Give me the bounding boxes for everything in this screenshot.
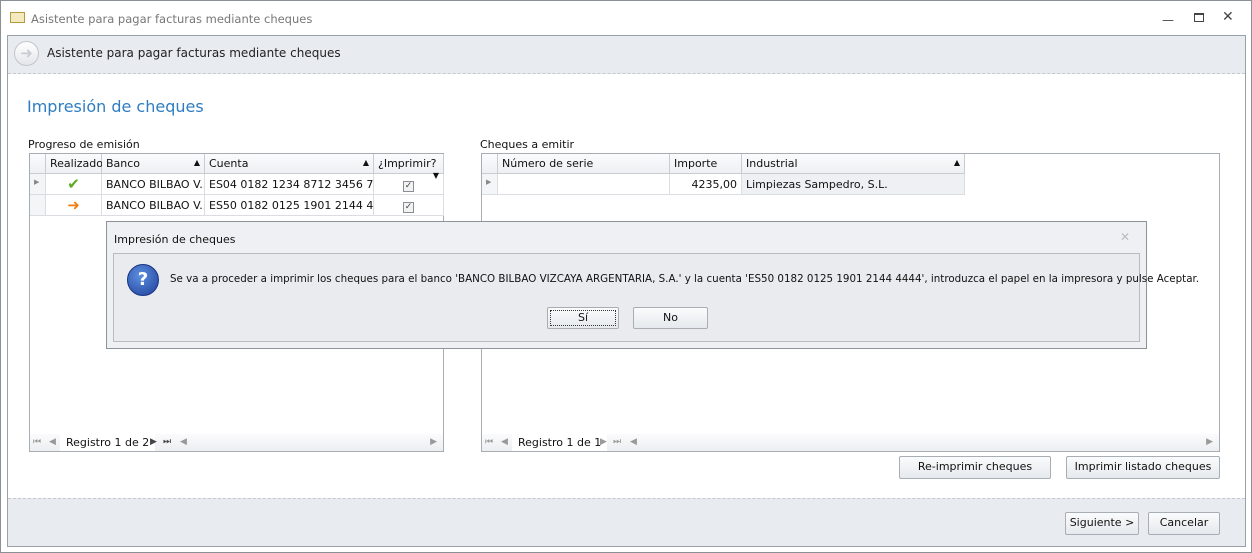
first-record-icon[interactable]: ⏮ xyxy=(33,437,41,447)
sort-up-icon: ▲ xyxy=(193,158,200,167)
row-indicator-icon: ▶ xyxy=(482,174,498,195)
scroll-left-icon[interactable]: ◀ xyxy=(180,437,187,447)
banco-cell: BANCO BILBAO V... xyxy=(102,174,205,195)
next-record-icon[interactable]: ▶ xyxy=(600,437,607,447)
sort-up-icon: ▲ xyxy=(362,158,369,167)
scroll-right-icon[interactable]: ▶ xyxy=(1206,437,1213,447)
column-label: Cuenta xyxy=(209,157,249,170)
row-indicator-header xyxy=(482,154,498,174)
record-counter: Registro 1 de 1 xyxy=(512,434,608,451)
cuenta-cell: ES04 0182 1234 8712 3456 7899 xyxy=(205,174,374,195)
imprimir-checkbox[interactable]: ✓ xyxy=(403,181,414,192)
prev-record-icon[interactable]: ◀ xyxy=(49,437,56,447)
scroll-left-icon[interactable]: ◀ xyxy=(630,437,637,447)
column-header-imprimir[interactable]: ¿Imprimir? ▼ xyxy=(374,154,444,180)
dialog-message: Se va a proceder a imprimir los cheques … xyxy=(170,273,1200,285)
title-bar: Asistente para pagar facturas mediante c… xyxy=(1,1,1251,34)
wizard-header: ➜ Asistente para pagar facturas mediante… xyxy=(8,36,1245,74)
app-icon xyxy=(10,12,25,23)
prev-record-icon[interactable]: ◀ xyxy=(501,437,508,447)
dialog-title: Impresión de cheques xyxy=(114,233,236,246)
column-label: ¿Imprimir? xyxy=(378,157,437,170)
scroll-right-icon[interactable]: ▶ xyxy=(430,437,437,447)
no-button[interactable]: No xyxy=(633,307,708,329)
row-indicator xyxy=(30,195,46,216)
importe-cell: 4235,00 xyxy=(670,174,742,195)
column-label: Industrial xyxy=(746,157,798,170)
column-header-banco[interactable]: Banco ▲ xyxy=(102,154,205,174)
imprimir-checkbox[interactable]: ✓ xyxy=(403,202,414,213)
record-counter: Registro 1 de 2 xyxy=(60,434,156,451)
restore-icon[interactable] xyxy=(1194,13,1204,22)
page-heading: Impresión de cheques xyxy=(27,97,204,116)
cuenta-cell: ES50 0182 0125 1901 2144 4444 xyxy=(205,195,374,216)
wizard-footer: Siguiente > Cancelar xyxy=(8,498,1245,546)
first-record-icon[interactable]: ⏮ xyxy=(485,437,493,447)
imprimir-cell: ✓ xyxy=(374,195,444,216)
yes-button[interactable]: Sí xyxy=(547,307,619,329)
dialog-body: ? Se va a proceder a imprimir los cheque… xyxy=(113,253,1199,342)
left-grid-label: Progreso de emisión xyxy=(28,138,140,151)
next-button[interactable]: Siguiente > xyxy=(1065,512,1139,535)
row-indicator-header xyxy=(30,154,46,174)
right-grid-label: Cheques a emitir xyxy=(480,138,575,151)
print-list-button[interactable]: Imprimir listado cheques xyxy=(1066,456,1220,479)
column-header-realizado[interactable]: Realizado xyxy=(46,154,103,174)
last-record-icon[interactable]: ⏭ xyxy=(613,437,621,447)
check-icon: ✔ xyxy=(46,174,102,195)
sort-up-icon: ▲ xyxy=(953,158,960,167)
imprimir-cell: ✓ xyxy=(374,174,444,195)
reprint-cheques-button[interactable]: Re-imprimir cheques xyxy=(899,456,1051,479)
minimize-icon[interactable]: — xyxy=(1162,13,1174,27)
serie-cell[interactable] xyxy=(498,174,670,195)
close-icon[interactable]: ✕ xyxy=(1222,9,1234,25)
column-header-cuenta[interactable]: Cuenta ▲ xyxy=(205,154,374,174)
grid-navigator: ⏮ ◀ Registro 1 de 2 ▶ ⏭ ◀ ▶ xyxy=(30,434,443,451)
column-label: Banco xyxy=(106,157,141,170)
industrial-cell: Limpiezas Sampedro, S.L. xyxy=(742,174,965,195)
banco-cell: BANCO BILBAO V... xyxy=(102,195,205,216)
grid-navigator: ⏮ ◀ Registro 1 de 1 ▶ ⏭ ◀ ▶ xyxy=(482,434,1219,451)
column-header-importe[interactable]: Importe xyxy=(670,154,742,174)
row-indicator-icon: ▶ xyxy=(30,174,46,195)
column-header-serie[interactable]: Número de serie xyxy=(498,154,670,174)
confirm-dialog: Impresión de cheques ✕ ? Se va a procede… xyxy=(106,221,1199,349)
window-title: Asistente para pagar facturas mediante c… xyxy=(31,12,313,26)
next-record-icon[interactable]: ▶ xyxy=(150,437,157,447)
cancel-button[interactable]: Cancelar xyxy=(1148,512,1220,535)
question-icon: ? xyxy=(127,264,159,296)
column-header-industrial[interactable]: Industrial ▲ xyxy=(742,154,965,174)
header-title: Asistente para pagar facturas mediante c… xyxy=(47,46,341,60)
last-record-icon[interactable]: ⏭ xyxy=(163,437,171,447)
dialog-close-icon[interactable]: ✕ xyxy=(1120,230,1130,244)
arrow-right-icon: ➜ xyxy=(46,195,102,216)
back-icon[interactable]: ➜ xyxy=(14,41,39,66)
